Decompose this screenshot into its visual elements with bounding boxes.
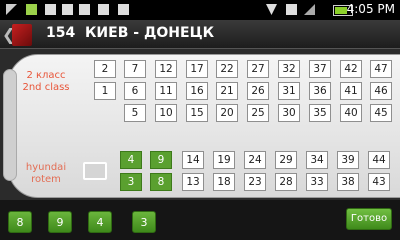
media-icon [45, 4, 56, 15]
seat-39[interactable]: 39 [337, 151, 359, 169]
status-bar: 4:05 PM [0, 0, 400, 20]
seat-8[interactable]: 8 [150, 173, 172, 191]
seat-38[interactable]: 38 [337, 173, 359, 191]
seat-4[interactable]: 4 [120, 151, 142, 169]
seat-30[interactable]: 30 [278, 104, 300, 122]
wifi-icon [266, 4, 277, 15]
battery-level [335, 7, 347, 14]
selected-seat-chip[interactable]: 9 [48, 211, 72, 233]
seat-42[interactable]: 42 [340, 60, 362, 78]
app-icon [118, 4, 129, 15]
seat-9[interactable]: 9 [150, 151, 172, 169]
seat-40[interactable]: 40 [340, 104, 362, 122]
seat-45[interactable]: 45 [370, 104, 392, 122]
media-icon [62, 4, 73, 15]
seat-2[interactable]: 2 [94, 60, 116, 78]
notification-icon [6, 4, 17, 15]
seat-29[interactable]: 29 [275, 151, 297, 169]
seat-46[interactable]: 46 [370, 82, 392, 100]
page-title: 154 КИЕВ - ДОНЕЦК [46, 25, 215, 41]
seat-28[interactable]: 28 [275, 173, 297, 191]
seat-10[interactable]: 10 [155, 104, 177, 122]
android-icon [26, 4, 37, 15]
seat-20[interactable]: 20 [216, 104, 238, 122]
seat-34[interactable]: 34 [306, 151, 328, 169]
seat-31[interactable]: 31 [278, 82, 300, 100]
selected-seat-chip[interactable]: 4 [88, 211, 112, 233]
seat-16[interactable]: 16 [186, 82, 208, 100]
seat-12[interactable]: 12 [155, 60, 177, 78]
seat-26[interactable]: 26 [247, 82, 269, 100]
seat-22[interactable]: 22 [216, 60, 238, 78]
manufacturer-label: hyundai rotem [25, 162, 67, 185]
app-logo [12, 24, 32, 46]
seat-17[interactable]: 17 [186, 60, 208, 78]
seat-13[interactable]: 13 [182, 173, 204, 191]
seat-5[interactable]: 5 [124, 104, 146, 122]
selected-seat-chip[interactable]: 3 [132, 211, 156, 233]
seat-1[interactable]: 1 [94, 82, 116, 100]
seat-23[interactable]: 23 [244, 173, 266, 191]
seat-35[interactable]: 35 [309, 104, 331, 122]
seat-21[interactable]: 21 [216, 82, 238, 100]
seat-18[interactable]: 18 [213, 173, 235, 191]
seat-25[interactable]: 25 [247, 104, 269, 122]
notification-icon [286, 4, 297, 15]
seat-43[interactable]: 43 [368, 173, 390, 191]
seat-41[interactable]: 41 [340, 82, 362, 100]
selected-seat-chip[interactable]: 8 [8, 211, 32, 233]
clock: 4:05 PM [346, 2, 395, 16]
seat-11[interactable]: 11 [155, 82, 177, 100]
seat-36[interactable]: 36 [309, 82, 331, 100]
signal-icon [304, 4, 315, 15]
seat-47[interactable]: 47 [370, 60, 392, 78]
seat-3[interactable]: 3 [120, 173, 142, 191]
seat-14[interactable]: 14 [182, 151, 204, 169]
class-label: 2 класс 2nd class [22, 70, 70, 93]
seat-32[interactable]: 32 [278, 60, 300, 78]
seat-37[interactable]: 37 [309, 60, 331, 78]
seat-15[interactable]: 15 [186, 104, 208, 122]
seat-19[interactable]: 19 [213, 151, 235, 169]
luggage-icon [83, 162, 107, 180]
seat-44[interactable]: 44 [368, 151, 390, 169]
seat-33[interactable]: 33 [306, 173, 328, 191]
seat-24[interactable]: 24 [244, 151, 266, 169]
seat-27[interactable]: 27 [247, 60, 269, 78]
bag-icon [98, 4, 109, 15]
seat-6[interactable]: 6 [124, 82, 146, 100]
done-button[interactable]: Готово [346, 208, 392, 230]
seat-7[interactable]: 7 [124, 60, 146, 78]
media-icon [79, 4, 90, 15]
